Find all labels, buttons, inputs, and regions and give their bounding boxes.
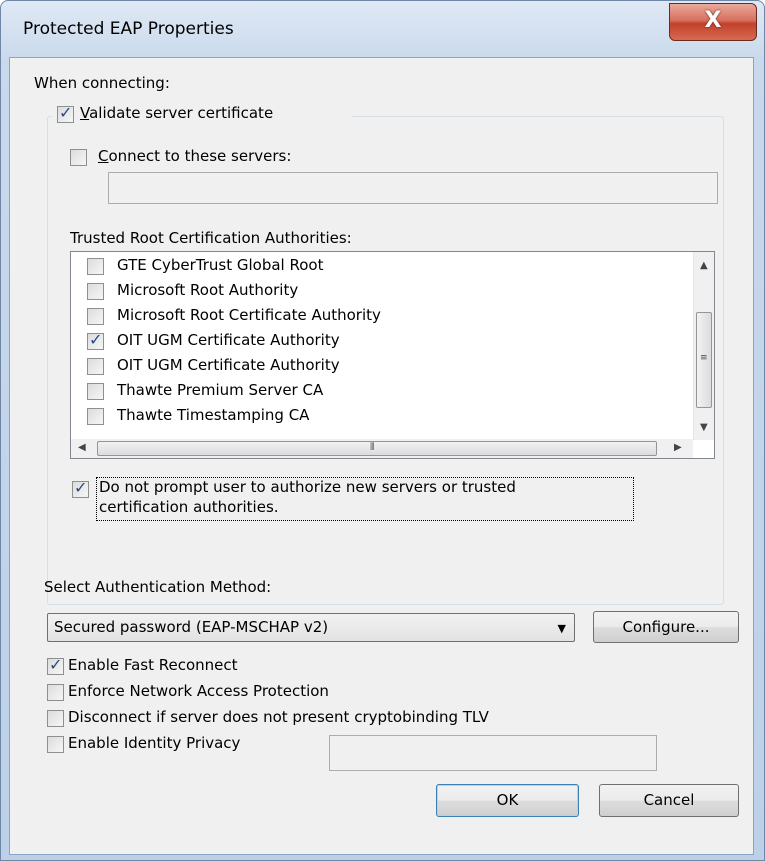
identity-privacy-input[interactable] [329,735,657,771]
list-item[interactable]: OIT UGM Certificate Authority [71,354,691,379]
list-item-checkbox[interactable] [87,308,104,325]
auth-method-heading: Select Authentication Method: [44,578,272,596]
list-item-label: Microsoft Root Authority [117,281,299,299]
identity-privacy-label: Enable Identity Privacy [68,734,241,752]
auth-method-value: Secured password (EAP-MSCHAP v2) [54,618,329,636]
fast-reconnect-label: Enable Fast Reconnect [68,656,238,674]
scroll-right-icon[interactable]: ▶ [674,442,682,453]
servers-input[interactable] [108,172,718,204]
grip-icon: ≡ [700,353,708,363]
fast-reconnect-checkbox[interactable] [47,655,64,675]
title-bar[interactable]: Protected EAP Properties X [1,1,764,59]
window-title: Protected EAP Properties [23,19,234,39]
scroll-up-icon[interactable]: ▲ [700,260,708,271]
configure-button[interactable]: Configure... [593,611,739,643]
list-item[interactable]: Microsoft Root Authority [71,279,691,304]
list-item-checkbox[interactable] [87,283,104,300]
list-item-checkbox[interactable] [87,383,104,400]
connect-servers-label: Connect to these servers: [98,147,291,165]
list-item-label: OIT UGM Certificate Authority [117,331,340,349]
list-item-label: Thawte Timestamping CA [117,406,310,424]
dialog-window: Protected EAP Properties X When connecti… [0,0,765,861]
list-item-checkbox[interactable] [87,330,104,350]
no-prompt-line1: Do not prompt user to authorize new serv… [99,478,516,496]
list-item-label: Microsoft Root Certificate Authority [117,306,381,324]
dialog-client-area: When connecting: Validate server certifi… [9,57,754,855]
list-item-checkbox[interactable] [87,258,104,275]
ok-button[interactable]: OK [436,784,579,817]
identity-privacy-checkbox[interactable] [47,736,64,753]
list-item-label: OIT UGM Certificate Authority [117,356,340,374]
validate-cert-row[interactable]: Validate server certificate [52,103,352,127]
list-item[interactable]: Microsoft Root Certificate Authority [71,304,691,329]
when-connecting-heading: When connecting: [34,74,170,92]
no-prompt-line2: certification authorities. [99,498,279,516]
list-item-checkbox[interactable] [87,408,104,425]
scroll-down-icon[interactable]: ▼ [700,422,708,433]
validate-cert-checkbox[interactable] [57,103,74,123]
connect-servers-text: Connect to these servers: [98,147,292,165]
close-button[interactable]: X [669,3,757,41]
cryptobinding-checkbox[interactable] [47,710,64,727]
nap-checkbox[interactable] [47,684,64,701]
list-item[interactable]: Thawte Premium Server CA [71,379,691,404]
list-item[interactable]: Thawte Timestamping CA [71,404,691,429]
list-item-label: GTE CyberTrust Global Root [117,256,324,274]
close-icon: X [704,8,722,33]
vertical-scrollbar[interactable]: ▲ ≡ ▼ [693,252,714,440]
cancel-button[interactable]: Cancel [599,784,739,817]
grip-icon: ⦀ [370,442,375,453]
list-item[interactable]: GTE CyberTrust Global Root [71,254,691,279]
list-item-checkbox[interactable] [87,358,104,375]
auth-method-select[interactable]: Secured password (EAP-MSCHAP v2) ▼ [47,613,575,642]
list-item-label: Thawte Premium Server CA [117,381,324,399]
validate-cert-label: Validate server certificate [80,104,274,122]
trusted-root-list[interactable]: GTE CyberTrust Global Root Microsoft Roo… [70,251,715,459]
cryptobinding-label: Disconnect if server does not present cr… [68,708,489,726]
nap-label: Enforce Network Access Protection [68,682,329,700]
no-prompt-checkbox[interactable] [72,478,89,498]
list-item[interactable]: OIT UGM Certificate Authority [71,329,691,354]
trusted-root-heading: Trusted Root Certification Authorities: [70,229,352,247]
connect-servers-checkbox[interactable] [70,149,87,166]
chevron-down-icon: ▼ [557,622,566,635]
vertical-scroll-thumb[interactable]: ≡ [696,312,712,408]
horizontal-scroll-thumb[interactable]: ⦀ [97,441,657,456]
validate-cert-text: alidate server certificate [89,104,274,122]
horizontal-scrollbar[interactable]: ◀ ⦀ ▶ [71,439,693,458]
scroll-left-icon[interactable]: ◀ [78,442,86,453]
